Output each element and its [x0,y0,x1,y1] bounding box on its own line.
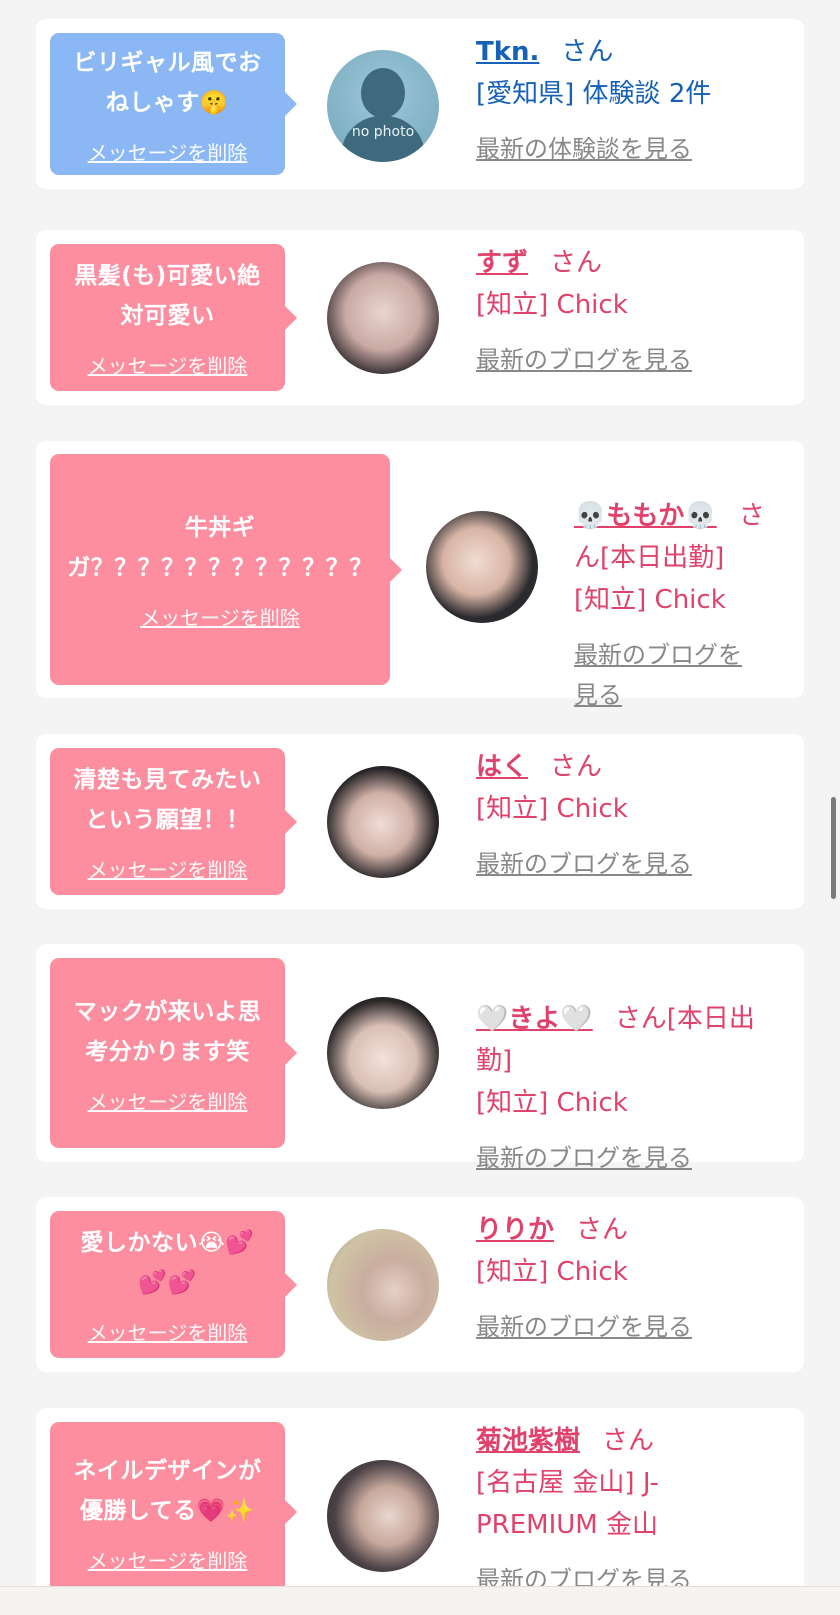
user-info: はく さん [知立] Chick 最新のブログを見る [476,746,786,884]
shop-info: [名古屋 金山] J- PREMIUM 金山 [476,1468,659,1540]
avatar[interactable] [327,1460,439,1572]
message-bubble: 黒髪(も)可愛い絶 対可愛い メッセージを削除 [50,244,285,391]
name-line: すず さん [476,242,786,284]
user-info: 💀ももか💀 さ ん[本日出勤] [知立] Chick 最新のブログを 見る [574,453,796,715]
message-bubble: 牛丼ギ ガ？？？？？？？？？？？？ メッセージを削除 [50,454,390,685]
favorite-card: 愛しかない😭💕 💕💕 メッセージを削除 りりか さん [知立] Chick 最新の… [36,1197,804,1372]
latest-blog-link[interactable]: 最新のブログを見る [476,340,786,380]
message-bubble: ビリギャル風でお ねしゃす🤫 メッセージを削除 [50,33,285,175]
message-text: マックが来いよ思 考分かります笑 [73,998,262,1065]
name-line: はく さん [476,746,786,788]
message-text: ネイルデザインが 優勝してる💗✨ [73,1457,262,1524]
shop-info: [知立] Chick [476,794,628,824]
delete-message-link[interactable]: メッセージを削除 [88,1317,248,1346]
message-text: ビリギャル風でお ねしゃす🤫 [73,49,262,116]
message-bubble: マックが来いよ思 考分かります笑 メッセージを削除 [50,958,285,1148]
latest-blog-link[interactable]: 最新のブログを 見る [574,635,796,715]
favorite-card: 黒髪(も)可愛い絶 対可愛い メッセージを削除 すず さん [知立] Chick … [36,230,804,405]
user-name-link[interactable]: はく [476,752,528,782]
honorific: さん [602,1426,655,1456]
message-bubble: ネイルデザインが 優勝してる💗✨ メッセージを削除 [50,1422,285,1602]
user-name-link[interactable]: りりか [476,1215,554,1245]
person-silhouette-icon [361,68,405,118]
delete-message-link[interactable]: メッセージを削除 [88,1086,248,1115]
delete-message-link[interactable]: メッセージを削除 [140,602,300,631]
message-text: 牛丼ギ ガ？？？？？？？？？？？？ [67,515,373,581]
delete-message-link[interactable]: メッセージを削除 [88,350,248,379]
name-line: 🤍きよ🤍 さん[本日出 勤] [476,956,796,1082]
shop-info: [知立] Chick [574,585,726,615]
avatar[interactable] [327,766,439,878]
honorific: さん [550,752,603,782]
avatar[interactable] [327,262,439,374]
latest-post-link[interactable]: 最新の体験談を見る [476,129,786,169]
latest-blog-link[interactable]: 最新のブログを見る [476,1138,796,1178]
user-info: Tkn. さん [愛知県] 体験談 2件 最新の体験談を見る [476,31,786,169]
favorite-card: 清楚も見てみたい という願望！！ メッセージを削除 はく さん [知立] Chic… [36,734,804,909]
latest-blog-link[interactable]: 最新のブログを見る [476,844,786,884]
latest-blog-link[interactable]: 最新のブログを見る [476,1307,786,1347]
honorific: さん [561,37,614,67]
user-name-link[interactable]: すず [476,248,528,278]
user-info: りりか さん [知立] Chick 最新のブログを見る [476,1209,786,1347]
delete-message-link[interactable]: メッセージを削除 [88,854,248,883]
avatar[interactable] [426,511,538,623]
user-info: 🤍きよ🤍 さん[本日出 勤] [知立] Chick 最新のブログを見る [476,956,796,1178]
message-bubble: 愛しかない😭💕 💕💕 メッセージを削除 [50,1211,285,1358]
favorite-card: マックが来いよ思 考分かります笑 メッセージを削除 🤍きよ🤍 さん[本日出 勤] … [36,944,804,1172]
delete-message-link[interactable]: メッセージを削除 [88,1545,248,1574]
name-line: 💀ももか💀 さ ん[本日出勤] [574,453,796,579]
message-bubble: 清楚も見てみたい という願望！！ メッセージを削除 [50,748,285,895]
avatar[interactable] [327,1229,439,1341]
shop-info: [知立] Chick [476,1257,628,1287]
avatar[interactable]: no photo [327,50,439,162]
honorific: さん [576,1215,629,1245]
name-line: りりか さん [476,1209,786,1251]
user-detail: [愛知県] 体験談 2件 [476,79,712,109]
message-text: 清楚も見てみたい という願望！！ [73,767,262,833]
user-name-link[interactable]: 菊池紫樹 [476,1426,580,1456]
user-info: すず さん [知立] Chick 最新のブログを見る [476,242,786,380]
user-name-link[interactable]: 💀ももか💀 [574,501,717,531]
honorific: さん [550,248,603,278]
name-line: Tkn. さん [476,31,786,73]
name-line: 菊池紫樹 さん [476,1420,786,1462]
avatar[interactable] [327,997,439,1109]
message-text: 黒髪(も)可愛い絶 対可愛い [74,263,261,329]
delete-message-link[interactable]: メッセージを削除 [88,137,248,166]
shop-info: [知立] Chick [476,1088,628,1118]
user-name-link[interactable]: 🤍きよ🤍 [476,1004,593,1034]
scrollbar[interactable] [831,797,836,899]
favorite-card: 牛丼ギ ガ？？？？？？？？？？？？ メッセージを削除 💀ももか💀 さ ん[本日出勤… [36,441,804,709]
message-text: 愛しかない😭💕 💕💕 [80,1230,255,1296]
favorite-card: ビリギャル風でお ねしゃす🤫 メッセージを削除 no photo Tkn. さん … [36,19,804,189]
favorite-card: ネイルデザインが 優勝してる💗✨ メッセージを削除 菊池紫樹 さん [名古屋 金山… [36,1408,804,1614]
user-name-link[interactable]: Tkn. [476,37,539,67]
user-info: 菊池紫樹 さん [名古屋 金山] J- PREMIUM 金山 最新のブログを見る [476,1420,786,1600]
no-photo-label: no photo [351,124,415,140]
shop-info: [知立] Chick [476,290,628,320]
bottom-toolbar [0,1586,840,1615]
